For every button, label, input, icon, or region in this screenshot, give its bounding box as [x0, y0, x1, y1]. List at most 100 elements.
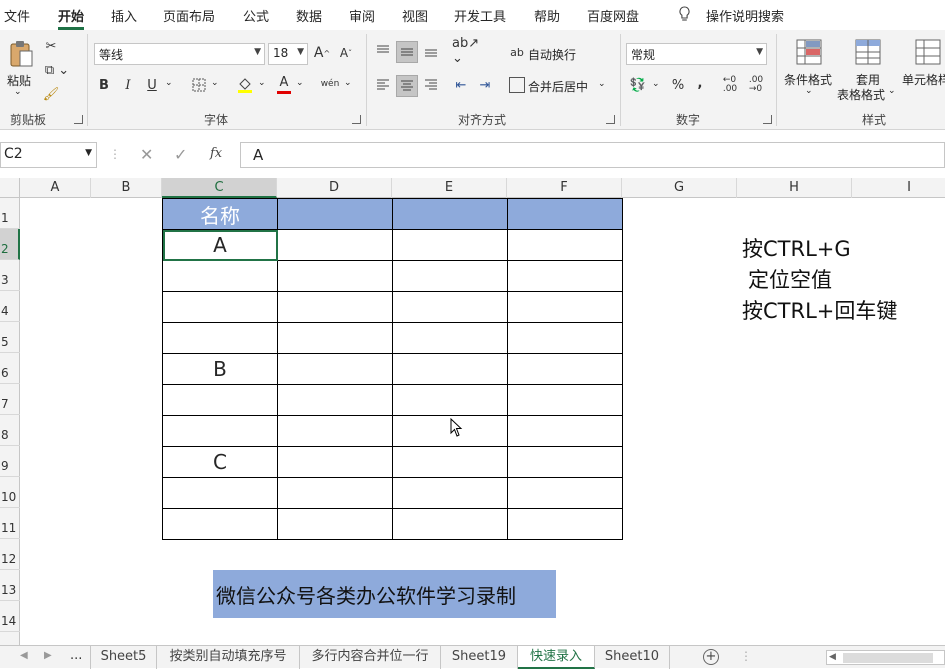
number-format-select[interactable]: 常规 ▼: [626, 43, 767, 65]
table-header-cell[interactable]: [392, 198, 508, 230]
formula-input[interactable]: A: [240, 142, 945, 168]
table-header-cell[interactable]: [277, 198, 393, 230]
column-header[interactable]: B: [91, 178, 162, 198]
table-cell[interactable]: [392, 353, 508, 385]
menu-page-layout[interactable]: 页面布局: [163, 6, 215, 25]
row-header[interactable]: 1: [0, 198, 20, 229]
row-header[interactable]: 10: [0, 477, 20, 508]
table-cell[interactable]: [277, 446, 393, 478]
table-cell[interactable]: [392, 322, 508, 354]
row-header[interactable]: 5: [0, 322, 20, 353]
table-cell[interactable]: [392, 229, 508, 261]
align-left-icon[interactable]: [374, 76, 392, 94]
wrap-text-icon[interactable]: ab: [509, 43, 525, 61]
font-size-select[interactable]: 18 ▼: [268, 43, 308, 65]
sheet-tab[interactable]: Sheet19: [441, 646, 518, 669]
align-bottom-icon[interactable]: [422, 42, 440, 60]
conditional-formatting-icon[interactable]: [795, 38, 823, 68]
align-center-icon[interactable]: [396, 75, 418, 97]
table-cell[interactable]: [507, 229, 623, 261]
increase-indent-icon[interactable]: ⇥: [476, 76, 494, 94]
sheet-tab[interactable]: 多行内容合并位一行: [300, 646, 441, 669]
column-header[interactable]: I: [852, 178, 945, 198]
confirm-entry-icon[interactable]: ✓: [174, 145, 187, 164]
font-launcher-icon[interactable]: [352, 115, 361, 124]
table-cell[interactable]: [162, 477, 278, 509]
horizontal-scrollbar[interactable]: ◀: [826, 650, 945, 665]
table-cell[interactable]: [507, 415, 623, 447]
menu-data[interactable]: 数据: [296, 6, 322, 25]
select-all-button[interactable]: [0, 178, 20, 198]
row-header[interactable]: 13: [0, 570, 20, 601]
table-cell[interactable]: [162, 291, 278, 323]
table-cell[interactable]: [392, 477, 508, 509]
cell-styles-button[interactable]: 单元格样: [902, 71, 945, 88]
menu-view[interactable]: 视图: [402, 6, 428, 25]
table-cell[interactable]: [507, 260, 623, 292]
sheet-tab[interactable]: 按类别自动填充序号: [157, 646, 300, 669]
tab-splitter-icon[interactable]: ⋮: [740, 649, 752, 663]
row-header[interactable]: 9: [0, 446, 20, 477]
wrap-text-button[interactable]: 自动换行: [528, 46, 576, 63]
table-cell[interactable]: [392, 508, 508, 540]
column-header[interactable]: G: [622, 178, 737, 198]
merge-center-button[interactable]: 合并后居中: [528, 78, 588, 95]
align-middle-icon[interactable]: [396, 41, 418, 63]
table-cell[interactable]: [507, 384, 623, 416]
column-header[interactable]: H: [737, 178, 852, 198]
column-header[interactable]: A: [20, 178, 91, 198]
italic-button[interactable]: I: [121, 76, 135, 94]
cell-styles-icon[interactable]: [914, 38, 942, 68]
table-cell[interactable]: B: [162, 353, 278, 385]
menu-help[interactable]: 帮助: [534, 6, 560, 25]
font-name-select[interactable]: 等线 ▼: [94, 43, 265, 65]
scroll-left-icon[interactable]: ◀: [829, 652, 836, 662]
table-cell[interactable]: [392, 384, 508, 416]
table-cell[interactable]: [162, 384, 278, 416]
table-cell[interactable]: [277, 384, 393, 416]
table-cell[interactable]: [277, 291, 393, 323]
name-box[interactable]: C2 ▼: [0, 142, 97, 168]
copy-icon[interactable]: ⧉ ⌄: [42, 61, 72, 79]
table-cell[interactable]: [507, 291, 623, 323]
bold-button[interactable]: B: [97, 76, 111, 94]
fill-color-dropdown-icon[interactable]: ⌄: [258, 78, 266, 88]
menu-home[interactable]: 开始: [58, 6, 84, 25]
table-cell[interactable]: [277, 477, 393, 509]
menu-insert[interactable]: 插入: [111, 6, 137, 25]
column-header[interactable]: E: [392, 178, 507, 198]
table-cell[interactable]: [277, 415, 393, 447]
insert-function-icon[interactable]: fx: [210, 146, 222, 161]
fill-color-icon[interactable]: [236, 75, 254, 95]
column-header[interactable]: F: [507, 178, 622, 198]
table-cell[interactable]: [392, 291, 508, 323]
comma-style-button[interactable]: ,: [694, 74, 706, 92]
menu-developer[interactable]: 开发工具: [454, 6, 506, 25]
column-header-selected[interactable]: C: [162, 178, 277, 198]
orientation-icon[interactable]: ab↗ ⌄: [452, 36, 484, 66]
table-cell-selected[interactable]: A: [162, 229, 278, 261]
underline-dropdown-icon[interactable]: ⌄: [165, 78, 173, 88]
font-color-dropdown-icon[interactable]: ⌄: [296, 78, 304, 88]
sheet-tab[interactable]: Sheet5: [90, 646, 157, 669]
menu-review[interactable]: 审阅: [349, 6, 375, 25]
table-cell[interactable]: [507, 508, 623, 540]
row-header[interactable]: 7: [0, 384, 20, 415]
table-header-cell[interactable]: 名称: [162, 198, 278, 230]
column-header[interactable]: D: [277, 178, 392, 198]
conditional-dropdown-icon[interactable]: ⌄: [805, 86, 813, 96]
sheet-tab[interactable]: Sheet10: [595, 646, 670, 669]
paste-dropdown-icon[interactable]: ⌄: [14, 87, 22, 97]
decrease-indent-icon[interactable]: ⇤: [452, 76, 470, 94]
increase-decimal-icon[interactable]: ←0.00: [720, 76, 740, 94]
sheet-tab-active[interactable]: 快速录入: [518, 646, 595, 669]
scrollbar-thumb[interactable]: [843, 653, 933, 663]
format-painter-icon[interactable]: 🖌: [42, 85, 60, 103]
row-header[interactable]: 8: [0, 415, 20, 446]
row-header[interactable]: 12: [0, 539, 20, 570]
row-header[interactable]: 6: [0, 353, 20, 384]
decrease-decimal-icon[interactable]: .00 →0: [746, 76, 766, 94]
align-right-icon[interactable]: [422, 76, 440, 94]
phonetic-guide-icon[interactable]: wén: [318, 75, 342, 93]
phonetic-dropdown-icon[interactable]: ⌄: [344, 78, 352, 88]
